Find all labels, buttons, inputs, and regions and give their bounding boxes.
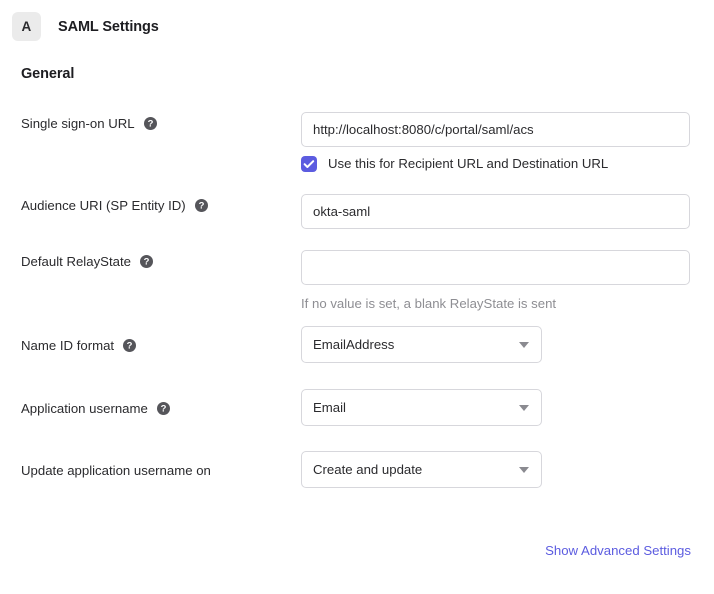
checkmark-icon[interactable]	[301, 156, 317, 172]
field-row-name-id-format: Name ID format ? EmailAddress	[0, 307, 714, 377]
application-username-label-text: Application username	[21, 401, 148, 416]
default-relaystate-input[interactable]	[301, 250, 690, 285]
help-circle-icon[interactable]: ?	[139, 255, 153, 269]
help-circle-icon[interactable]: ?	[194, 199, 208, 213]
control-update-username-on: Create and update	[301, 451, 542, 488]
label-sso-url: Single sign-on URL ?	[21, 117, 157, 130]
control-audience-uri	[301, 194, 690, 229]
label-application-username: Application username ?	[21, 402, 170, 415]
field-row-application-username: Application username ? Email	[0, 377, 714, 439]
recipient-url-checkbox-label: Use this for Recipient URL and Destinati…	[328, 156, 609, 172]
svg-text:?: ?	[160, 404, 166, 415]
control-name-id-format: EmailAddress	[301, 326, 542, 363]
control-default-relaystate	[301, 250, 690, 285]
help-circle-icon[interactable]: ?	[143, 117, 157, 131]
field-row-default-relaystate: Default RelayState ? If no value is set,…	[0, 229, 714, 310]
sso-url-input[interactable]	[301, 112, 690, 147]
field-row-audience-uri: Audience URI (SP Entity ID) ?	[0, 174, 714, 229]
help-circle-icon[interactable]: ?	[156, 402, 170, 416]
label-update-username-on: Update application username on	[21, 464, 211, 477]
update-username-on-select-value: Create and update	[301, 451, 542, 488]
saml-settings-form: Single sign-on URL ? Use this for Recipi…	[0, 100, 714, 501]
control-sso-url	[301, 112, 690, 147]
update-username-on-select[interactable]: Create and update	[301, 451, 542, 488]
app-header: A SAML Settings	[12, 12, 159, 41]
recipient-url-checkbox-row[interactable]: Use this for Recipient URL and Destinati…	[301, 156, 608, 172]
application-username-select-value: Email	[301, 389, 542, 426]
help-circle-icon[interactable]: ?	[123, 339, 137, 353]
section-heading-general: General	[21, 66, 75, 82]
application-username-select[interactable]: Email	[301, 389, 542, 426]
update-username-on-label-text: Update application username on	[21, 463, 211, 478]
show-advanced-settings-link[interactable]: Show Advanced Settings	[545, 544, 691, 557]
label-name-id-format: Name ID format ?	[21, 338, 137, 353]
field-row-update-username-on: Update application username on Create an…	[0, 439, 714, 501]
name-id-format-label-text: Name ID format	[21, 338, 115, 353]
control-application-username: Email	[301, 389, 542, 426]
page-title: SAML Settings	[58, 18, 159, 35]
audience-uri-input[interactable]	[301, 194, 690, 229]
sso-url-label-text: Single sign-on URL	[21, 116, 135, 131]
default-relaystate-label-text: Default RelayState	[21, 254, 131, 269]
audience-uri-label-text: Audience URI (SP Entity ID)	[21, 198, 186, 213]
field-row-sso-url: Single sign-on URL ? Use this for Recipi…	[0, 100, 714, 174]
svg-text:?: ?	[198, 201, 204, 212]
label-audience-uri: Audience URI (SP Entity ID) ?	[21, 199, 208, 212]
name-id-format-select[interactable]: EmailAddress	[301, 326, 542, 363]
app-avatar-badge: A	[12, 12, 41, 41]
label-default-relaystate: Default RelayState ?	[21, 255, 153, 268]
svg-text:?: ?	[147, 119, 153, 130]
name-id-format-select-value: EmailAddress	[301, 326, 542, 363]
svg-text:?: ?	[144, 257, 150, 268]
svg-text:?: ?	[127, 341, 133, 352]
